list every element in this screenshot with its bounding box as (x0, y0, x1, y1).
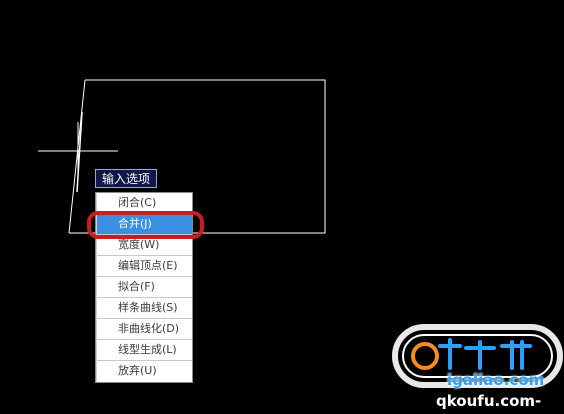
pedit-options-menu: 闭合(C) 合并(J) 宽度(W) 编辑顶点(E) 拟合(F) 样条曲线(S) … (95, 192, 193, 383)
menu-item-spline[interactable]: 样条曲线(S) (97, 298, 192, 319)
menu-item-undo[interactable]: 放弃(U) (97, 361, 192, 382)
menu-item-ltype-gen[interactable]: 线型生成(L) (97, 340, 192, 361)
watermark-url: igaliao.com (447, 371, 545, 389)
cad-drawing-area[interactable]: 输入选项 闭合(C) 合并(J) 宽度(W) 编辑顶点(E) 拟合(F) 样条曲… (0, 0, 564, 414)
menu-item-decurve[interactable]: 非曲线化(D) (97, 319, 192, 340)
polyline-segment-left[interactable] (68, 79, 86, 234)
watermark-logo-icon (411, 342, 439, 370)
menu-item-close[interactable]: 闭合(C) (97, 193, 192, 214)
drawing-canvas[interactable] (0, 0, 564, 414)
menu-item-width[interactable]: 宽度(W) (97, 235, 192, 256)
menu-item-edit-vertex[interactable]: 编辑顶点(E) (97, 256, 192, 277)
watermark-url-fragment: qkoufu.com- (436, 392, 542, 410)
menu-item-join[interactable]: 合并(J) (97, 214, 192, 235)
menu-item-fit[interactable]: 拟合(F) (97, 277, 192, 298)
input-options-prompt: 输入选项 (95, 169, 158, 188)
